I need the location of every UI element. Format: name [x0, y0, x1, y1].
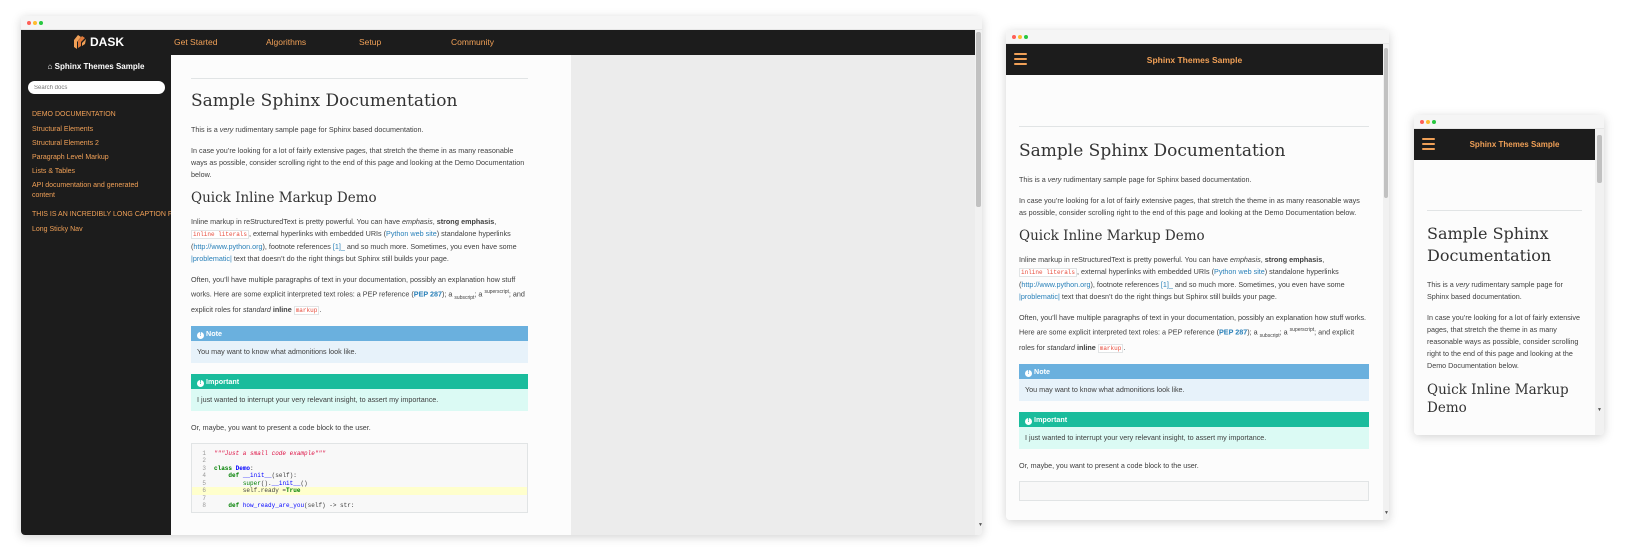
mobile-navbar: Sphinx Themes Sample	[1006, 44, 1383, 75]
top-navbar: DASK Get Started Algorithms Setup Commun…	[21, 30, 975, 55]
scroll-down-icon[interactable]: ▼	[978, 522, 982, 528]
minimize-dot-icon[interactable]	[33, 21, 37, 25]
window-titlebar	[1006, 30, 1389, 44]
paragraph-2: In case you’re looking for a lot of fair…	[191, 146, 525, 179]
maximize-dot-icon[interactable]	[1024, 35, 1028, 39]
pep-link[interactable]: PEP 287	[1219, 327, 1247, 336]
home-icon: ⌂	[47, 62, 53, 71]
maximize-dot-icon[interactable]	[39, 21, 43, 25]
scrollbar-thumb[interactable]	[1384, 48, 1388, 198]
info-icon: !	[197, 331, 204, 339]
sidebar-item-api-docs[interactable]: API documentation and generated content	[32, 181, 152, 201]
roles-paragraph: Often, you’ll have multiple paragraphs o…	[1019, 313, 1367, 353]
python-url-link[interactable]: http://www.python.org	[1021, 280, 1090, 289]
window-titlebar	[21, 16, 982, 30]
scrollbar-thumb[interactable]	[976, 32, 981, 207]
info-icon: !	[1025, 417, 1032, 425]
paragraph-2: In case you’re looking for a lot of fair…	[1019, 196, 1360, 217]
sidebar-item-lists-tables[interactable]: Lists & Tables	[32, 167, 75, 177]
nav-setup[interactable]: Setup	[359, 37, 381, 47]
search-input[interactable]	[28, 81, 165, 94]
scrollbar-thumb[interactable]	[1597, 135, 1602, 183]
code-block	[1019, 480, 1369, 501]
scrollbar[interactable]	[1595, 129, 1604, 435]
code-intro-paragraph: Or, maybe, you want to present a code bl…	[1019, 460, 1199, 470]
sidebar-item-structural-elements[interactable]: Structural Elements	[32, 125, 93, 135]
scrollbar[interactable]	[1383, 44, 1389, 520]
divider	[1427, 210, 1582, 211]
python-link[interactable]: Python web site	[1214, 267, 1265, 276]
python-url-link[interactable]: http://www.python.org	[193, 242, 262, 251]
desktop-browser-window: DASK Get Started Algorithms Setup Commun…	[21, 16, 982, 535]
problematic-link[interactable]: |problematic|	[191, 254, 232, 263]
sidebar-caption-demo: DEMO DOCUMENTATION	[32, 111, 116, 118]
nav-community[interactable]: Community	[451, 37, 494, 47]
page-title: Sample Sphinx Documentation	[191, 91, 458, 111]
content-background	[571, 55, 975, 535]
minimize-dot-icon[interactable]	[1018, 35, 1022, 39]
info-icon: !	[1025, 369, 1032, 377]
problematic-link[interactable]: |problematic|	[1019, 292, 1060, 301]
inline-literal: inline literals	[1019, 268, 1078, 277]
intro-paragraph: This is a very rudimentary sample page f…	[1019, 175, 1252, 184]
scrollbar[interactable]	[975, 30, 982, 535]
scroll-down-icon[interactable]: ▼	[1597, 407, 1602, 413]
window-titlebar	[1414, 115, 1604, 129]
important-admonition: ! Important I just wanted to interrupt yo…	[1019, 411, 1369, 449]
section-heading: Quick Inline Markup Demo	[1427, 382, 1569, 416]
code-block: 1 """Just a small code example""" 2 3 clas…	[191, 442, 528, 513]
tablet-browser-window: Sphinx Themes Sample ▼ Sample Sphinx Doc…	[1006, 30, 1389, 520]
document-body: Sample Sphinx Documentation This is a ve…	[1019, 126, 1369, 501]
sidebar: ⌂ Sphinx Themes Sample DEMO DOCUMENTATIO…	[21, 55, 255, 535]
code-intro-paragraph: Or, maybe, you want to present a code bl…	[191, 422, 371, 432]
sidebar-item-long-sticky-nav[interactable]: Long Sticky Nav	[32, 225, 83, 235]
pep-link[interactable]: PEP 287	[414, 289, 442, 298]
minimize-dot-icon[interactable]	[1426, 120, 1430, 124]
section-heading: Quick Inline Markup Demo	[191, 190, 377, 206]
inline-literal: inline literals	[191, 230, 250, 239]
maximize-dot-icon[interactable]	[1432, 120, 1436, 124]
python-link[interactable]: Python web site	[386, 229, 437, 238]
section-heading: Quick Inline Markup Demo	[1019, 228, 1205, 244]
inline-markup-paragraph: Inline markup in reStructuredText is pre…	[1019, 255, 1345, 301]
intro-paragraph: This is a very rudimentary sample page f…	[191, 125, 424, 134]
info-icon: !	[197, 379, 204, 387]
close-dot-icon[interactable]	[1012, 35, 1016, 39]
dask-logo-icon	[74, 35, 86, 49]
nav-algorithms[interactable]: Algorithms	[266, 37, 306, 47]
sidebar-item-paragraph-markup[interactable]: Paragraph Level Markup	[32, 153, 109, 163]
sidebar-item-structural-elements-2[interactable]: Structural Elements 2	[32, 139, 99, 149]
roles-paragraph: Often, you’ll have multiple paragraphs o…	[191, 275, 525, 315]
page-title: Sample Sphinx Documentation	[1427, 224, 1552, 265]
note-admonition: ! Note You may want to know what admoniti…	[1019, 363, 1369, 401]
phone-browser-window: Sphinx Themes Sample Sample Sphinx Docum…	[1414, 115, 1604, 435]
sidebar-title[interactable]: ⌂ Sphinx Themes Sample	[21, 62, 171, 71]
document-body: Sample Sphinx Documentation This is a ve…	[1427, 160, 1582, 417]
mobile-nav-title[interactable]: Sphinx Themes Sample	[1434, 140, 1595, 149]
close-dot-icon[interactable]	[27, 21, 31, 25]
mobile-nav-title[interactable]: Sphinx Themes Sample	[1006, 55, 1383, 65]
intro-paragraph: This is a very rudimentary sample page f…	[1427, 280, 1563, 301]
nav-get-started[interactable]: Get Started	[174, 37, 217, 47]
document-body: Sample Sphinx Documentation This is a ve…	[191, 78, 528, 513]
paragraph-2: In case you’re looking for a lot of fair…	[1427, 313, 1581, 370]
mobile-navbar: Sphinx Themes Sample	[1414, 129, 1595, 160]
note-admonition: ! Note You may want to know what admoniti…	[191, 325, 528, 363]
brand-logo[interactable]: DASK	[73, 34, 124, 50]
important-admonition: ! Important I just wanted to interrupt yo…	[191, 373, 528, 411]
brand-name: DASK	[90, 35, 125, 49]
sidebar-title-text: Sphinx Themes Sample	[54, 62, 145, 71]
divider	[191, 78, 528, 79]
divider	[1019, 126, 1369, 127]
close-dot-icon[interactable]	[1420, 120, 1424, 124]
footnote-link[interactable]: [1]_	[333, 242, 345, 251]
main-content: Sample Sphinx Documentation This is a ve…	[1414, 160, 1595, 435]
footnote-link[interactable]: [1]_	[1161, 280, 1173, 289]
inline-markup-paragraph: Inline markup in reStructuredText is pre…	[191, 217, 517, 263]
page-title: Sample Sphinx Documentation	[1019, 141, 1286, 161]
scroll-down-icon[interactable]: ▼	[1384, 510, 1389, 516]
